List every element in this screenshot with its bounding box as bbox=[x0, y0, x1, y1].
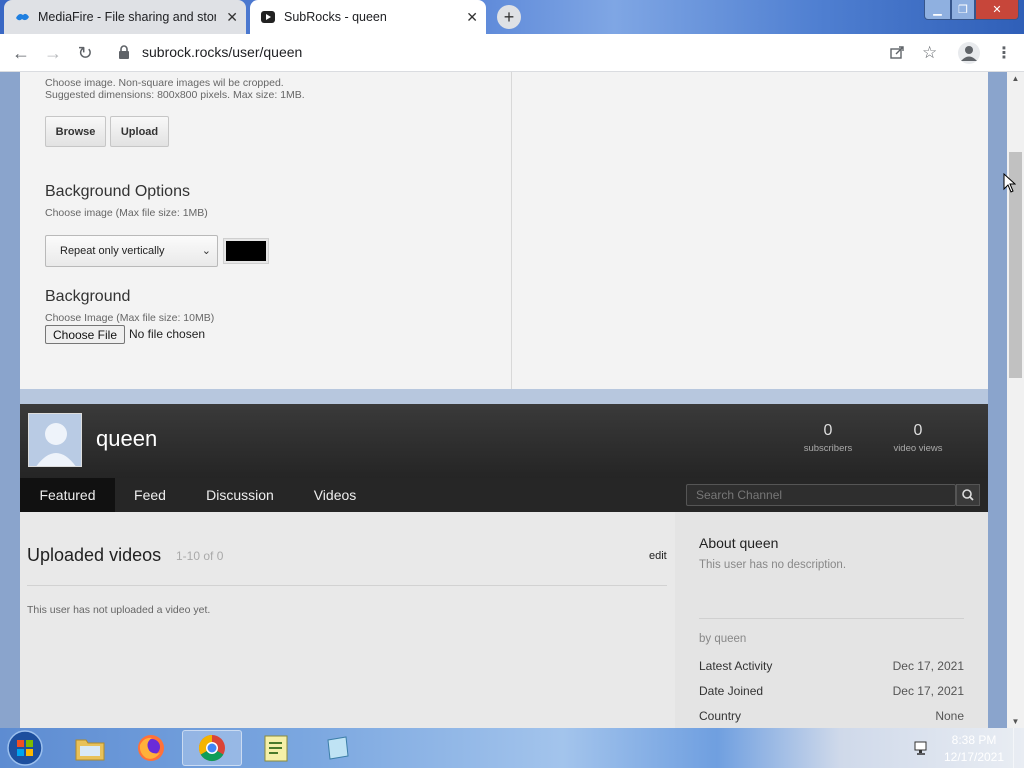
video-view-count: 0 bbox=[913, 422, 923, 439]
tab-featured[interactable]: Featured bbox=[20, 478, 115, 512]
tab-feed[interactable]: Feed bbox=[115, 478, 185, 512]
back-arrow-icon[interactable]: ← bbox=[10, 42, 32, 64]
uploaded-videos-panel: Uploaded videos 1-10 of 0 edit This user… bbox=[20, 512, 675, 728]
subscriber-label: subscribers bbox=[803, 443, 853, 454]
background-options-title: Background Options bbox=[45, 183, 190, 200]
new-tab-button[interactable]: + bbox=[497, 5, 521, 29]
channel-editor-panel: Choose image. Non-square images wil be c… bbox=[20, 72, 988, 389]
taskbar-editor-app[interactable] bbox=[246, 730, 306, 766]
page-scrollbar[interactable]: ▲ ▼ bbox=[1007, 72, 1024, 728]
about-sidebar: About queen This user has no description… bbox=[675, 512, 988, 728]
close-icon[interactable]: ✕ bbox=[226, 10, 238, 24]
uploaded-videos-title: Uploaded videos bbox=[27, 545, 162, 565]
window-close-button[interactable]: ✕ bbox=[975, 0, 1019, 20]
clock-date[interactable]: 12/17/2021 bbox=[941, 750, 1007, 764]
mouse-cursor-icon bbox=[1003, 173, 1016, 193]
background-options-hint: Choose image (Max file size: 1MB) bbox=[45, 207, 208, 219]
browser-toolbar: ← → ↻ subrock.rocks/user/queen ☆ ⋮ bbox=[0, 34, 1024, 72]
address-bar[interactable]: subrock.rocks/user/queen bbox=[142, 44, 302, 60]
chrome-icon bbox=[198, 734, 225, 762]
scroll-down-arrow-icon[interactable]: ▼ bbox=[1007, 717, 1024, 726]
meta-row-country: Country None bbox=[699, 709, 964, 723]
meta-row-latest-activity: Latest Activity Dec 17, 2021 bbox=[699, 659, 964, 673]
meta-label: Date Joined bbox=[699, 684, 764, 698]
file-status-text: No file chosen bbox=[129, 327, 206, 341]
search-icon bbox=[962, 489, 974, 501]
browser-tab-strip: MediaFire - File sharing and storage ✕ S… bbox=[0, 0, 1024, 34]
clock-time[interactable]: 8:38 PM bbox=[944, 733, 1004, 747]
network-icon[interactable] bbox=[913, 739, 931, 762]
forward-arrow-icon[interactable]: → bbox=[42, 42, 64, 64]
choose-file-button[interactable]: Choose File bbox=[45, 325, 125, 344]
repeat-select-value: Repeat only vertically bbox=[60, 245, 165, 257]
tab-mediafire[interactable]: MediaFire - File sharing and storage ✕ bbox=[4, 0, 246, 34]
reload-icon[interactable]: ↻ bbox=[74, 42, 96, 64]
start-button[interactable] bbox=[5, 729, 45, 767]
lock-icon bbox=[119, 45, 129, 59]
upload-button[interactable]: Upload bbox=[110, 116, 169, 147]
close-icon[interactable]: ✕ bbox=[466, 10, 478, 24]
sidebar-divider bbox=[699, 618, 964, 619]
play-icon bbox=[261, 11, 275, 23]
by-line: by queen bbox=[699, 633, 747, 645]
meta-label: Country bbox=[699, 709, 742, 723]
empty-videos-message: This user has not uploaded a video yet. bbox=[27, 604, 211, 616]
subscriber-count: 0 bbox=[823, 422, 833, 439]
tab-subrocks[interactable]: SubRocks - queen ✕ bbox=[250, 0, 486, 34]
tab-title: SubRocks - queen bbox=[284, 10, 387, 24]
taskbar-firefox[interactable] bbox=[121, 730, 181, 766]
edit-link[interactable]: edit bbox=[649, 550, 667, 562]
mediafire-icon bbox=[16, 13, 29, 21]
windows-taskbar: 8:38 PM 12/17/2021 bbox=[0, 728, 1024, 768]
tab-discussion[interactable]: Discussion bbox=[195, 478, 285, 512]
background-color-picker[interactable] bbox=[223, 238, 269, 264]
window-minimize-button[interactable]: ▁ bbox=[924, 0, 951, 20]
background-title: Background bbox=[45, 288, 131, 305]
search-channel-input[interactable]: Search Channel bbox=[686, 484, 956, 506]
video-view-label: video views bbox=[893, 443, 943, 454]
background-repeat-select[interactable]: Repeat only vertically ⌄ bbox=[45, 235, 218, 267]
meta-value: None bbox=[935, 709, 964, 723]
tab-videos[interactable]: Videos bbox=[300, 478, 370, 512]
taskbar-window-app[interactable] bbox=[308, 730, 368, 766]
uploaded-videos-count: 1-10 of 0 bbox=[176, 549, 224, 563]
image-hint: Choose image. Non-square images wil be c… bbox=[45, 77, 284, 89]
share-icon[interactable] bbox=[889, 44, 905, 60]
profile-icon[interactable] bbox=[958, 42, 980, 64]
page-background-right bbox=[988, 72, 1007, 728]
meta-label: Latest Activity bbox=[699, 659, 773, 673]
avatar bbox=[28, 413, 82, 467]
taskbar-chrome[interactable] bbox=[182, 730, 242, 766]
window-maximize-button[interactable]: ❐ bbox=[951, 0, 975, 20]
folder-icon bbox=[75, 739, 105, 761]
channel-header: queen 0 subscribers 0 video views bbox=[20, 404, 988, 478]
show-desktop-button[interactable] bbox=[1013, 728, 1024, 768]
section-divider bbox=[27, 585, 667, 586]
image-size-hint: Suggested dimensions: 800x800 pixels. Ma… bbox=[45, 89, 305, 101]
page-viewport: Choose image. Non-square images wil be c… bbox=[0, 72, 1007, 728]
scroll-up-arrow-icon[interactable]: ▲ bbox=[1007, 74, 1024, 83]
windows-logo-icon bbox=[7, 730, 43, 766]
taskbar-file-explorer[interactable] bbox=[60, 730, 120, 766]
chevron-down-icon: ⌄ bbox=[201, 245, 211, 257]
about-title: About queen bbox=[699, 535, 779, 551]
channel-nav: Featured Feed Discussion Videos Search C… bbox=[20, 478, 988, 512]
window-app-icon bbox=[327, 736, 349, 760]
meta-value: Dec 17, 2021 bbox=[892, 684, 964, 698]
browse-button[interactable]: Browse bbox=[45, 116, 106, 147]
search-button[interactable] bbox=[956, 484, 980, 506]
notepad-icon bbox=[264, 735, 288, 762]
meta-value: Dec 17, 2021 bbox=[892, 659, 964, 673]
about-description: This user has no description. bbox=[699, 559, 847, 571]
channel-name: queen bbox=[96, 426, 158, 451]
tab-title: MediaFire - File sharing and storage bbox=[38, 10, 216, 24]
browser-menu-icon[interactable]: ⋮ bbox=[996, 43, 1012, 63]
editor-divider bbox=[511, 72, 512, 389]
page-background-left bbox=[0, 72, 20, 728]
bookmark-star-icon[interactable]: ☆ bbox=[922, 43, 937, 63]
background-hint: Choose Image (Max file size: 10MB) bbox=[45, 312, 215, 324]
user-silhouette-icon bbox=[29, 414, 81, 466]
meta-row-date-joined: Date Joined Dec 17, 2021 bbox=[699, 684, 964, 698]
firefox-icon bbox=[138, 735, 164, 761]
